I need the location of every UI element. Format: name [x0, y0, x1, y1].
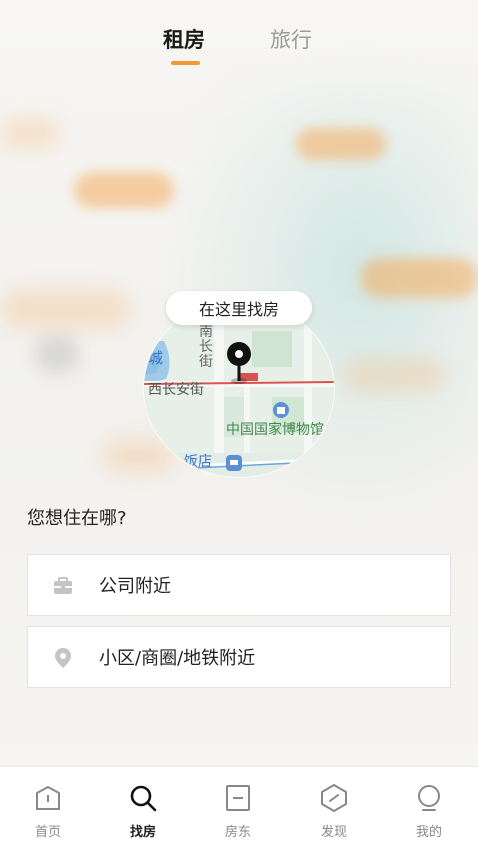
map-preview[interactable]: 城 南长街 西长安街 中国国家博物馆 饭店	[143, 300, 335, 478]
profile-icon	[418, 785, 440, 811]
nav-home-label: 首页	[34, 825, 61, 840]
find-here-button[interactable]: 在这里找房	[166, 291, 312, 325]
nav-landlord[interactable]: 房东	[208, 781, 268, 841]
map-label-hotel: 饭店	[184, 454, 212, 470]
question-heading: 您想住在哪?	[27, 508, 127, 529]
home-icon	[36, 786, 60, 810]
nav-discover[interactable]: 发现	[304, 781, 364, 841]
nav-profile[interactable]: 我的	[399, 781, 459, 841]
near-company-option[interactable]: 公司附近	[27, 554, 451, 616]
nav-find-house-label: 找房	[129, 825, 156, 840]
landlord-icon	[226, 785, 250, 811]
bottom-navigation: 首页 找房 房东 发现 我的	[0, 766, 478, 850]
near-company-label: 公司附近	[99, 576, 171, 597]
search-icon	[130, 785, 157, 812]
tab-travel[interactable]: 旅行	[270, 24, 312, 54]
map-label-nanchangjie: 南长街	[199, 324, 213, 370]
map-circle[interactable]: 城 南长街 西长安街 中国国家博物馆 饭店	[143, 300, 335, 478]
tab-rent[interactable]: 租房	[163, 24, 205, 54]
nav-find-house[interactable]: 找房	[113, 781, 173, 841]
location-pin-icon	[55, 648, 71, 668]
briefcase-icon	[54, 577, 72, 594]
nav-landlord-label: 房东	[224, 825, 251, 840]
nav-profile-label: 我的	[415, 825, 442, 840]
nav-discover-label: 发现	[320, 825, 347, 840]
active-tab-indicator	[171, 61, 200, 65]
top-tab-bar: 租房 旅行	[0, 0, 478, 80]
map-label-city: 城	[148, 349, 164, 367]
map-label-xichanganjie: 西长安街	[148, 382, 204, 398]
near-community-label: 小区/商圈/地铁附近	[99, 648, 256, 669]
discover-icon	[321, 784, 347, 812]
nav-home[interactable]: 首页	[18, 781, 78, 841]
near-community-option[interactable]: 小区/商圈/地铁附近	[27, 626, 451, 688]
map-label-museum: 中国国家博物馆	[226, 422, 324, 438]
